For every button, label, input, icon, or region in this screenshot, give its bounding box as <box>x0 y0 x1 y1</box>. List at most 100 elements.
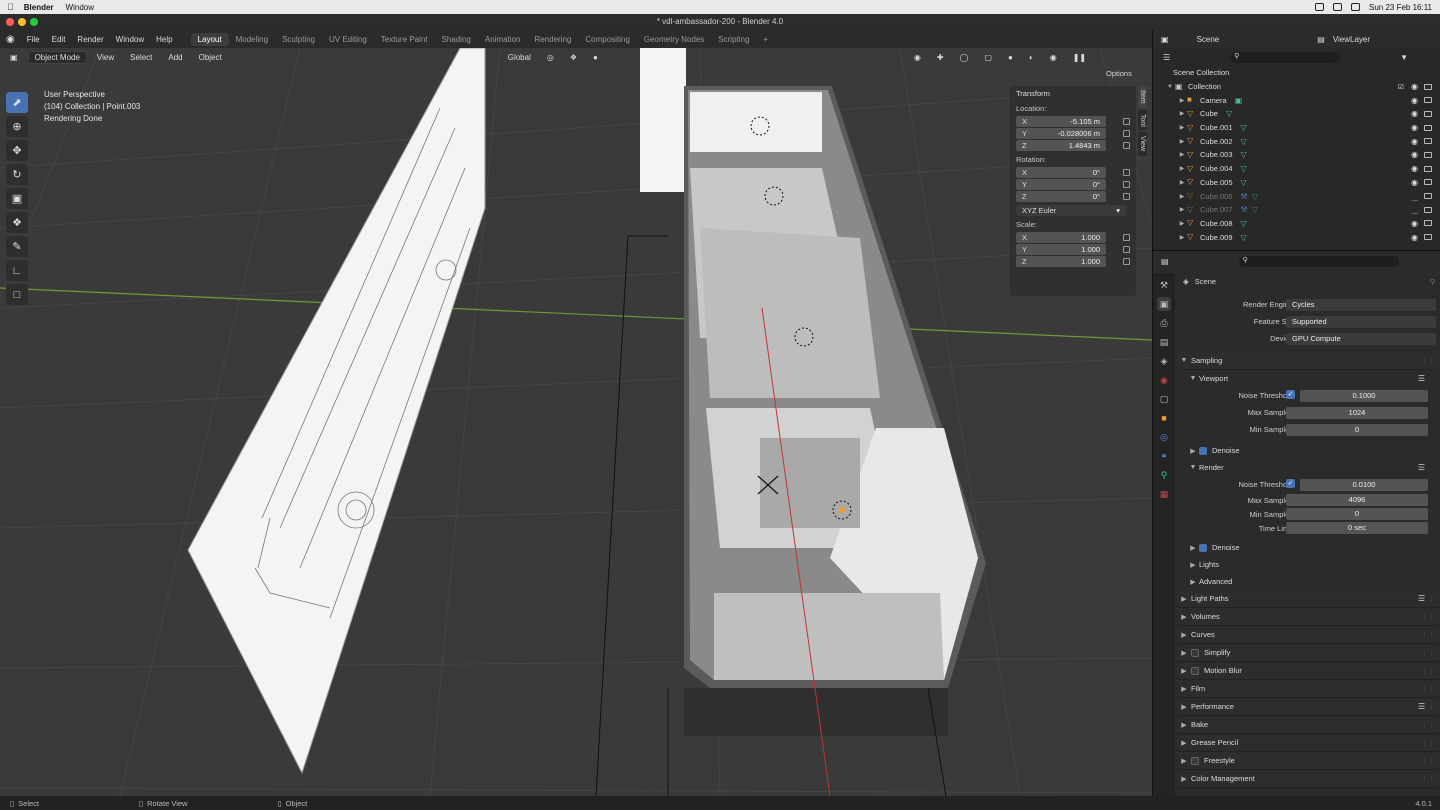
rotate-tool-icon[interactable]: ↻ <box>6 164 28 185</box>
render-max-samples-field[interactable]: 4096 <box>1286 494 1428 506</box>
outliner-row-cube-009[interactable]: ▶ ▽ Cube.009 ▽ ◉ <box>1153 230 1440 244</box>
color-management-panel-header[interactable]: ▶ Color Management ⋮⋮ <box>1177 770 1439 788</box>
transform-tool-icon[interactable]: ❖ <box>6 212 28 233</box>
outliner-row-cube-002[interactable]: ▶ ▽ Cube.002 ▽ ◉ <box>1153 134 1440 148</box>
outliner-row-scene-collection[interactable]: Scene Collection <box>1153 66 1440 80</box>
select-menu[interactable]: Select <box>124 52 158 63</box>
feature-set-dropdown[interactable]: Supported <box>1286 315 1436 328</box>
blender-logo-icon[interactable]: ◉ <box>0 34 21 45</box>
filter-icon[interactable]: ▼ <box>1400 53 1408 62</box>
viewport-min-samples-field[interactable]: 0 <box>1286 423 1428 436</box>
pause-render-icon[interactable]: ❚❚ <box>1067 52 1092 63</box>
pivot-icon[interactable]: ◎ <box>541 52 560 63</box>
outliner-row-cube-006[interactable]: ▶ ▽ Cube.006 ⚒ ▽ ‿ <box>1153 189 1440 203</box>
transform-header[interactable]: Transform <box>1010 86 1136 101</box>
view-layer-icon[interactable]: ▤ <box>1317 35 1325 44</box>
menu-edit[interactable]: Edit <box>46 35 72 44</box>
light-paths-panel-header[interactable]: ▶ Light Paths ☰ ⋮⋮ <box>1177 590 1439 608</box>
render-tab-icon[interactable]: ▣ <box>1157 297 1171 311</box>
outliner-row-cube-001[interactable]: ▶ ▽ Cube.001 ▽ ◉ <box>1153 121 1440 135</box>
menu-file[interactable]: File <box>21 35 46 44</box>
minimize-window-button[interactable] <box>18 18 26 26</box>
measure-tool-icon[interactable]: ∟ <box>6 260 28 281</box>
motion-blur-checkbox[interactable] <box>1191 666 1199 675</box>
texture-tab-icon[interactable]: ▦ <box>1157 487 1171 501</box>
render-noise-threshold-field[interactable]: 0.0100 <box>1300 478 1428 491</box>
outliner-row-collection[interactable]: ▼ ▣ Collection ☑ ◉ <box>1153 80 1440 94</box>
freestyle-panel-header[interactable]: ▶ Freestyle ⋮⋮ <box>1177 752 1439 770</box>
scene-tab-icon[interactable]: ◈ <box>1157 354 1171 368</box>
lock-icon[interactable] <box>1123 193 1130 200</box>
lock-icon[interactable] <box>1123 142 1130 149</box>
tab-shading[interactable]: Shading <box>435 33 478 46</box>
lock-icon[interactable] <box>1123 118 1130 125</box>
physics-tab-icon[interactable]: ◎ <box>1157 430 1171 444</box>
scale-z-field[interactable]: Z 1.000 <box>1016 256 1106 267</box>
curves-panel-header[interactable]: ▶ Curves ⋮⋮ <box>1177 626 1439 644</box>
outliner-search-input[interactable]: ⚲ <box>1230 51 1341 63</box>
location-z-field[interactable]: Z 1.4843 m <box>1016 140 1106 151</box>
shading-rendered-icon[interactable]: ◉ <box>1044 52 1063 63</box>
output-tab-icon[interactable]: ⎙ <box>1157 316 1171 330</box>
visibility-icon[interactable]: ◉ <box>908 52 927 63</box>
render-min-samples-field[interactable]: 0 <box>1286 508 1428 520</box>
menu-help[interactable]: Help <box>150 35 178 44</box>
scene-selector[interactable]: Scene <box>1197 35 1220 44</box>
outliner-row-camera[interactable]: ▶ ■ Camera ▣ ◉ <box>1153 93 1440 107</box>
lock-icon[interactable] <box>1123 130 1130 137</box>
constraints-tab-icon[interactable]: ⚭ <box>1157 449 1171 463</box>
add-menu[interactable]: Add <box>162 52 188 63</box>
menu-window[interactable]: Window <box>110 35 150 44</box>
tab-modeling[interactable]: Modeling <box>229 33 275 46</box>
gizmo-icon[interactable]: ✚ <box>931 52 950 63</box>
xray-icon[interactable]: ▢ <box>978 52 998 63</box>
tab-sculpting[interactable]: Sculpting <box>275 33 322 46</box>
collection-tab-icon[interactable]: ▢ <box>1157 392 1171 406</box>
battery-icon[interactable] <box>1332 3 1342 11</box>
tab-geometry-nodes[interactable]: Geometry Nodes <box>637 33 711 46</box>
viewport-max-samples-field[interactable]: 1024 <box>1286 406 1428 419</box>
view-layer-tab-icon[interactable]: ▤ <box>1157 335 1171 349</box>
close-window-button[interactable] <box>6 18 14 26</box>
advanced-subpanel-header[interactable]: ▶ Advanced <box>1177 573 1439 590</box>
view-menu[interactable]: View <box>91 52 120 63</box>
tool-tab-icon[interactable]: ⚒ <box>1157 278 1171 292</box>
lock-icon[interactable] <box>1123 246 1130 253</box>
lock-icon[interactable] <box>1123 181 1130 188</box>
editor-type-icon[interactable]: ▣ <box>4 52 24 63</box>
object-mode-dropdown[interactable]: Object Mode <box>27 50 87 64</box>
rotation-x-field[interactable]: X 0° <box>1016 167 1106 178</box>
rotation-mode-dropdown[interactable]: XYZ Euler ▾ <box>1016 205 1126 216</box>
outliner-row-cube-005[interactable]: ▶ ▽ Cube.005 ▽ ◉ <box>1153 176 1440 190</box>
scale-x-field[interactable]: X 1.000 <box>1016 232 1106 243</box>
viewport-subpanel-header[interactable]: ▼ Viewport ☰ <box>1177 370 1439 387</box>
add-cube-tool-icon[interactable]: □ <box>6 284 28 305</box>
wifi-icon[interactable] <box>1314 3 1324 11</box>
outliner-row-cube-008[interactable]: ▶ ▽ Cube.008 ▽ ◉ <box>1153 217 1440 231</box>
render-subpanel-header[interactable]: ▼ Render ☰ <box>1177 459 1439 476</box>
display-mode-icon[interactable]: ☰ <box>1163 53 1170 62</box>
options-dropdown[interactable]: Options <box>1100 68 1138 80</box>
pin-icon[interactable]: ⚲ <box>1430 278 1435 286</box>
lock-icon[interactable] <box>1123 258 1130 265</box>
lights-subpanel-header[interactable]: ▶ Lights <box>1177 556 1439 573</box>
outliner-row-cube-007[interactable]: ▶ ▽ Cube.007 ⚒ ▽ ‿ <box>1153 203 1440 217</box>
time-limit-field[interactable]: 0 sec <box>1286 522 1428 534</box>
device-dropdown[interactable]: GPU Compute <box>1286 332 1436 345</box>
object-tab-icon[interactable]: ■ <box>1157 411 1171 425</box>
proportional-edit-icon[interactable]: ● <box>587 52 604 63</box>
noise-threshold-checkbox[interactable]: ✓ <box>1286 479 1295 488</box>
film-panel-header[interactable]: ▶ Film ⋮⋮ <box>1177 680 1439 698</box>
cursor-tool-icon[interactable]: ⊕ <box>6 116 28 137</box>
render-denoise-header[interactable]: ▶ Denoise <box>1177 539 1439 556</box>
move-tool-icon[interactable]: ✥ <box>6 140 28 161</box>
location-y-field[interactable]: Y -0.028006 m <box>1016 128 1106 139</box>
tab-uv-editing[interactable]: UV Editing <box>322 33 374 46</box>
freestyle-checkbox[interactable] <box>1191 756 1199 765</box>
scale-y-field[interactable]: Y 1.000 <box>1016 244 1106 255</box>
lock-icon[interactable] <box>1123 169 1130 176</box>
data-tab-icon[interactable]: ⚲ <box>1157 468 1171 482</box>
location-x-field[interactable]: X -5.105 m <box>1016 116 1106 127</box>
simplify-checkbox[interactable] <box>1191 648 1199 657</box>
tab-rendering[interactable]: Rendering <box>527 33 578 46</box>
